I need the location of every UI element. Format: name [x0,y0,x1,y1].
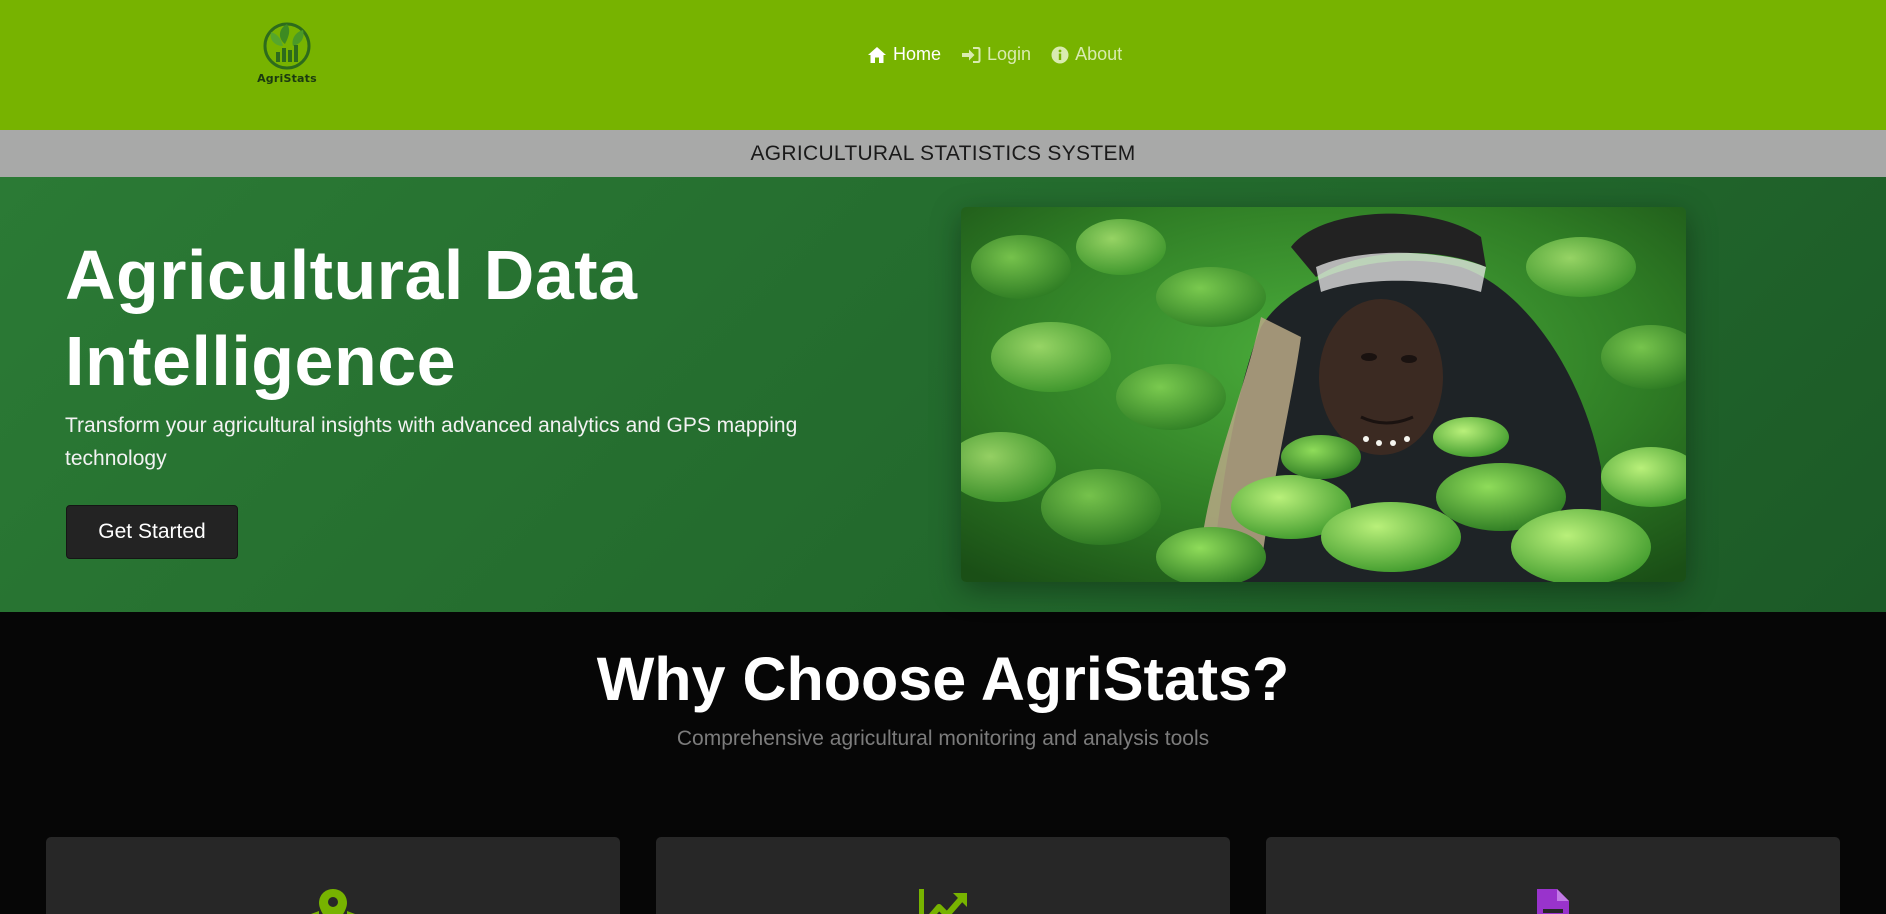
hero-title: Agricultural Data Intelligence [65,236,638,400]
nav-home-label: Home [893,44,942,64]
system-title: AGRICULTURAL STATISTICS SYSTEM [750,141,1136,165]
file-icon [1537,889,1569,914]
sign-in-icon [962,46,981,63]
info-icon [1051,46,1069,63]
get-started-button[interactable]: Get Started [66,505,238,559]
leaf-chart-logo-icon [263,22,311,70]
top-navbar: AgriStats Home Login About [0,0,1886,130]
features-title: Why Choose AgriStats? [596,645,1290,713]
main-nav: Home Login About [867,44,1122,65]
nav-about-label: About [1075,44,1123,64]
nav-home[interactable]: Home [867,44,941,65]
features-subtitle: Comprehensive agricultural monitoring an… [676,727,1210,750]
brand-name: AgriStats [257,72,317,85]
feature-card-gps [46,837,620,914]
nav-login-label: Login [987,44,1032,64]
hero-subtitle: Transform your agricultural insights wit… [65,414,798,470]
hero-section: Agricultural Data Intelligence Transform… [0,177,1886,612]
system-title-bar: AGRICULTURAL STATISTICS SYSTEM [0,130,1886,177]
home-icon [868,46,886,63]
chart-line-icon [919,889,967,914]
map-marker-icon [311,889,355,914]
feature-card-analytics [656,837,1230,914]
hero-image [961,207,1686,582]
nav-about[interactable]: About [1051,44,1122,65]
farmer-field-photo [961,207,1686,582]
nav-login[interactable]: Login [961,44,1031,65]
brand-logo[interactable]: AgriStats [252,18,322,92]
feature-card-reports [1266,837,1840,914]
